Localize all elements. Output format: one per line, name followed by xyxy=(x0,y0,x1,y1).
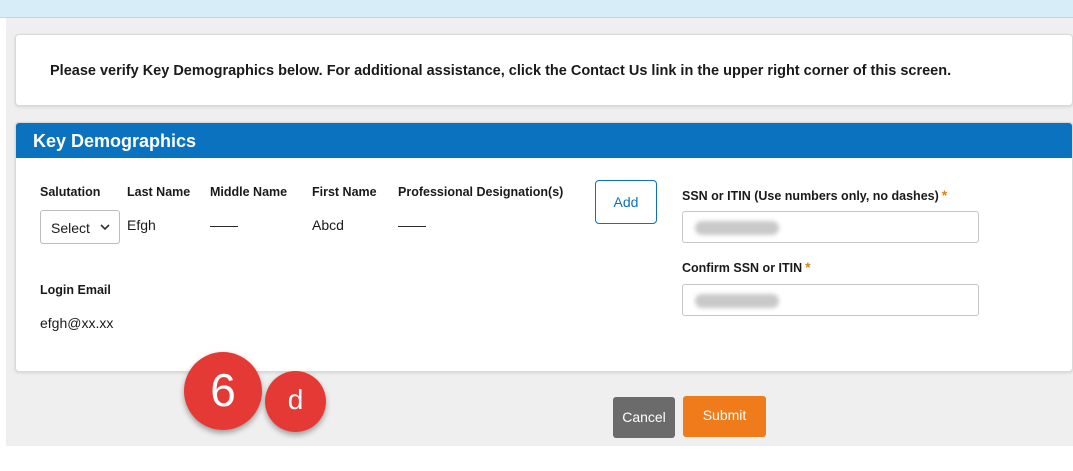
chevron-down-icon xyxy=(100,224,110,231)
submit-button-label: Submit xyxy=(702,407,747,423)
step-letter: d xyxy=(287,384,304,415)
step-number-badge: 6 xyxy=(184,352,262,430)
top-banner xyxy=(0,0,1073,18)
middle-name-value: —— xyxy=(210,217,238,233)
login-email-label: Login Email xyxy=(40,283,111,297)
last-name-value: Efgh xyxy=(127,217,156,233)
submit-button[interactable]: Submit xyxy=(683,396,766,437)
step-letter-badge: d xyxy=(265,371,326,432)
required-marker: * xyxy=(941,187,948,203)
step-number: 6 xyxy=(210,364,236,416)
add-button-label: Add xyxy=(613,194,639,210)
panel-header: Key Demographics xyxy=(16,123,1072,158)
cancel-button[interactable]: Cancel xyxy=(613,397,675,438)
professional-designation-label: Professional Designation(s) xyxy=(398,185,564,199)
required-marker: * xyxy=(805,259,811,275)
confirm-ssn-redacted-value xyxy=(695,294,779,308)
panel-title: Key Demographics xyxy=(33,131,197,151)
first-name-label: First Name xyxy=(312,185,377,199)
salutation-select[interactable]: Select xyxy=(40,210,120,244)
cancel-button-label: Cancel xyxy=(622,409,666,425)
ssn-input[interactable] xyxy=(682,211,979,243)
confirm-ssn-label-text: Confirm SSN or ITIN xyxy=(682,261,803,275)
notice-card: Please verify Key Demographics below. Fo… xyxy=(15,34,1073,106)
professional-designation-value: —— xyxy=(398,217,426,233)
last-name-label: Last Name xyxy=(127,185,191,199)
middle-name-label: Middle Name xyxy=(210,185,288,199)
salutation-select-value: Select xyxy=(51,220,90,236)
ssn-label-text: SSN or ITIN (Use numbers only, no dashes… xyxy=(682,189,939,203)
first-name-value: Abcd xyxy=(312,217,344,233)
add-designation-button[interactable]: Add xyxy=(595,180,657,224)
ssn-label: SSN or ITIN (Use numbers only, no dashes… xyxy=(682,187,947,203)
notice-text: Please verify Key Demographics below. Fo… xyxy=(50,63,952,79)
salutation-label: Salutation xyxy=(40,185,101,199)
confirm-ssn-label: Confirm SSN or ITIN * xyxy=(682,259,811,275)
confirm-ssn-input[interactable] xyxy=(682,284,979,316)
login-email-value: efgh@xx.xx xyxy=(40,315,114,331)
key-demographics-panel: Key Demographics Salutation Last Name Mi… xyxy=(15,122,1073,372)
ssn-redacted-value xyxy=(695,221,779,235)
page: Please verify Key Demographics below. Fo… xyxy=(0,0,1073,471)
